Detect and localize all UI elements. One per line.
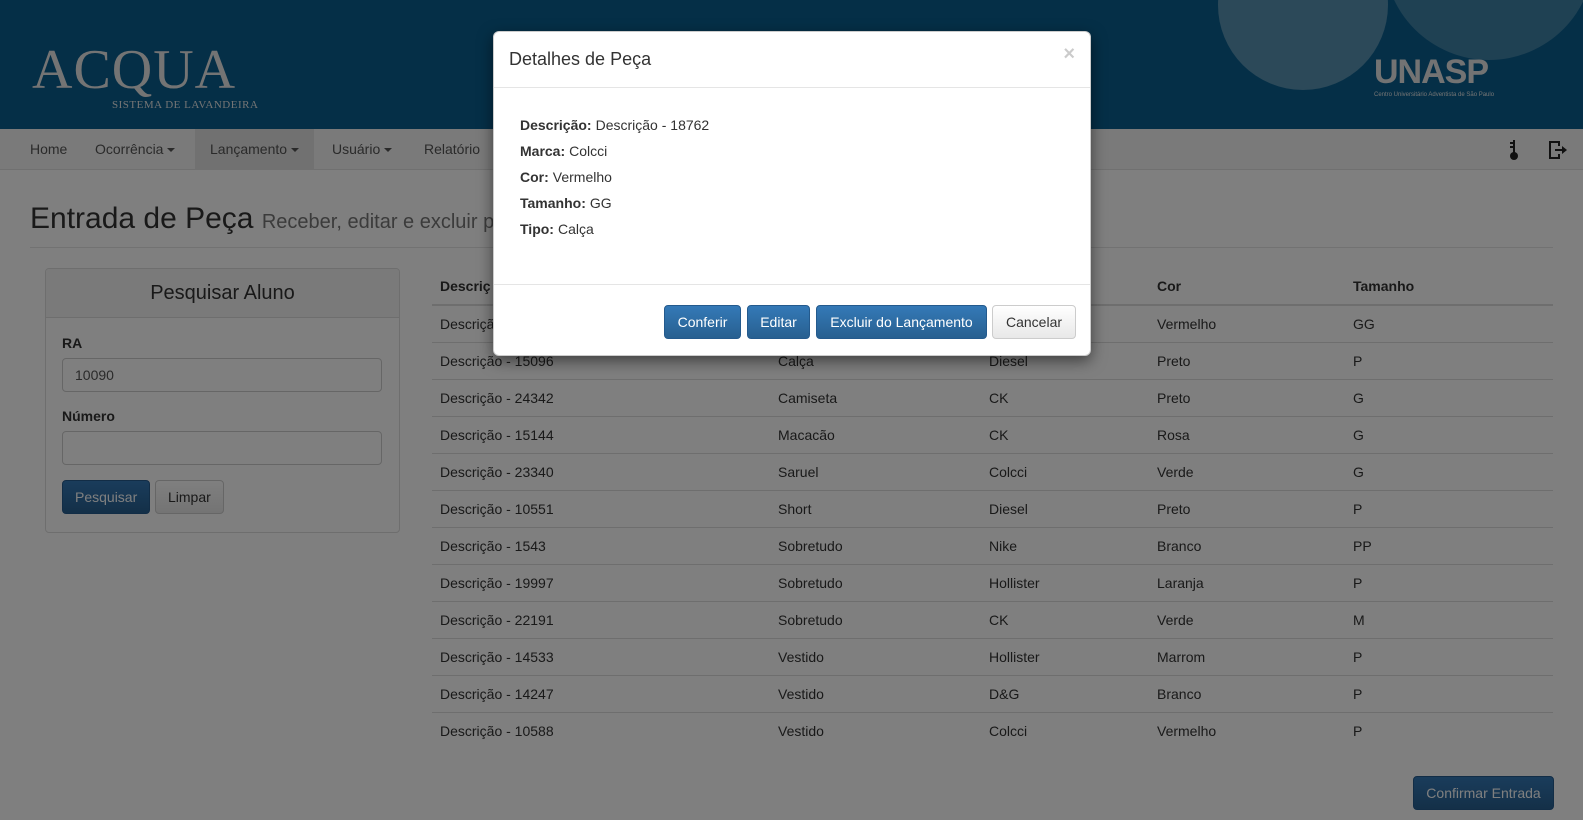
- modal-body: Descrição: Descrição - 18762 Marca: Colcci…: [494, 88, 1090, 285]
- excluir-lancamento-button[interactable]: Excluir do Lançamento: [816, 305, 987, 339]
- close-icon[interactable]: ×: [1063, 44, 1075, 64]
- modal-title: Detalhes de Peça: [509, 49, 652, 69]
- detail-value: Colcci: [569, 143, 608, 159]
- detail-value: GG: [589, 195, 612, 211]
- detail-label: Tipo:: [520, 221, 554, 237]
- detail-label: Tamanho:: [520, 195, 586, 211]
- conferir-button[interactable]: Conferir: [664, 305, 741, 339]
- editar-button[interactable]: Editar: [747, 305, 810, 339]
- detail-tamanho: Tamanho: GG: [520, 193, 1064, 219]
- detail-marca: Marca: Colcci: [520, 141, 1064, 167]
- item-details-modal: Detalhes de Peça × Descrição: Descrição -…: [493, 31, 1091, 356]
- detail-label: Cor:: [520, 169, 549, 185]
- detail-tipo: Tipo: Calça: [520, 219, 1064, 245]
- modal-header: Detalhes de Peça ×: [494, 32, 1090, 88]
- detail-value: Descrição - 18762: [595, 117, 710, 133]
- detail-cor: Cor: Vermelho: [520, 167, 1064, 193]
- detail-descricao: Descrição: Descrição - 18762: [520, 115, 1064, 141]
- detail-value: Vermelho: [552, 169, 612, 185]
- modal-footer: Conferir Editar Excluir do Lançamento Ca…: [494, 285, 1090, 357]
- detail-label: Descrição:: [520, 117, 592, 133]
- detail-value: Calça: [557, 221, 594, 237]
- cancelar-button[interactable]: Cancelar: [992, 305, 1076, 339]
- detail-label: Marca:: [520, 143, 566, 159]
